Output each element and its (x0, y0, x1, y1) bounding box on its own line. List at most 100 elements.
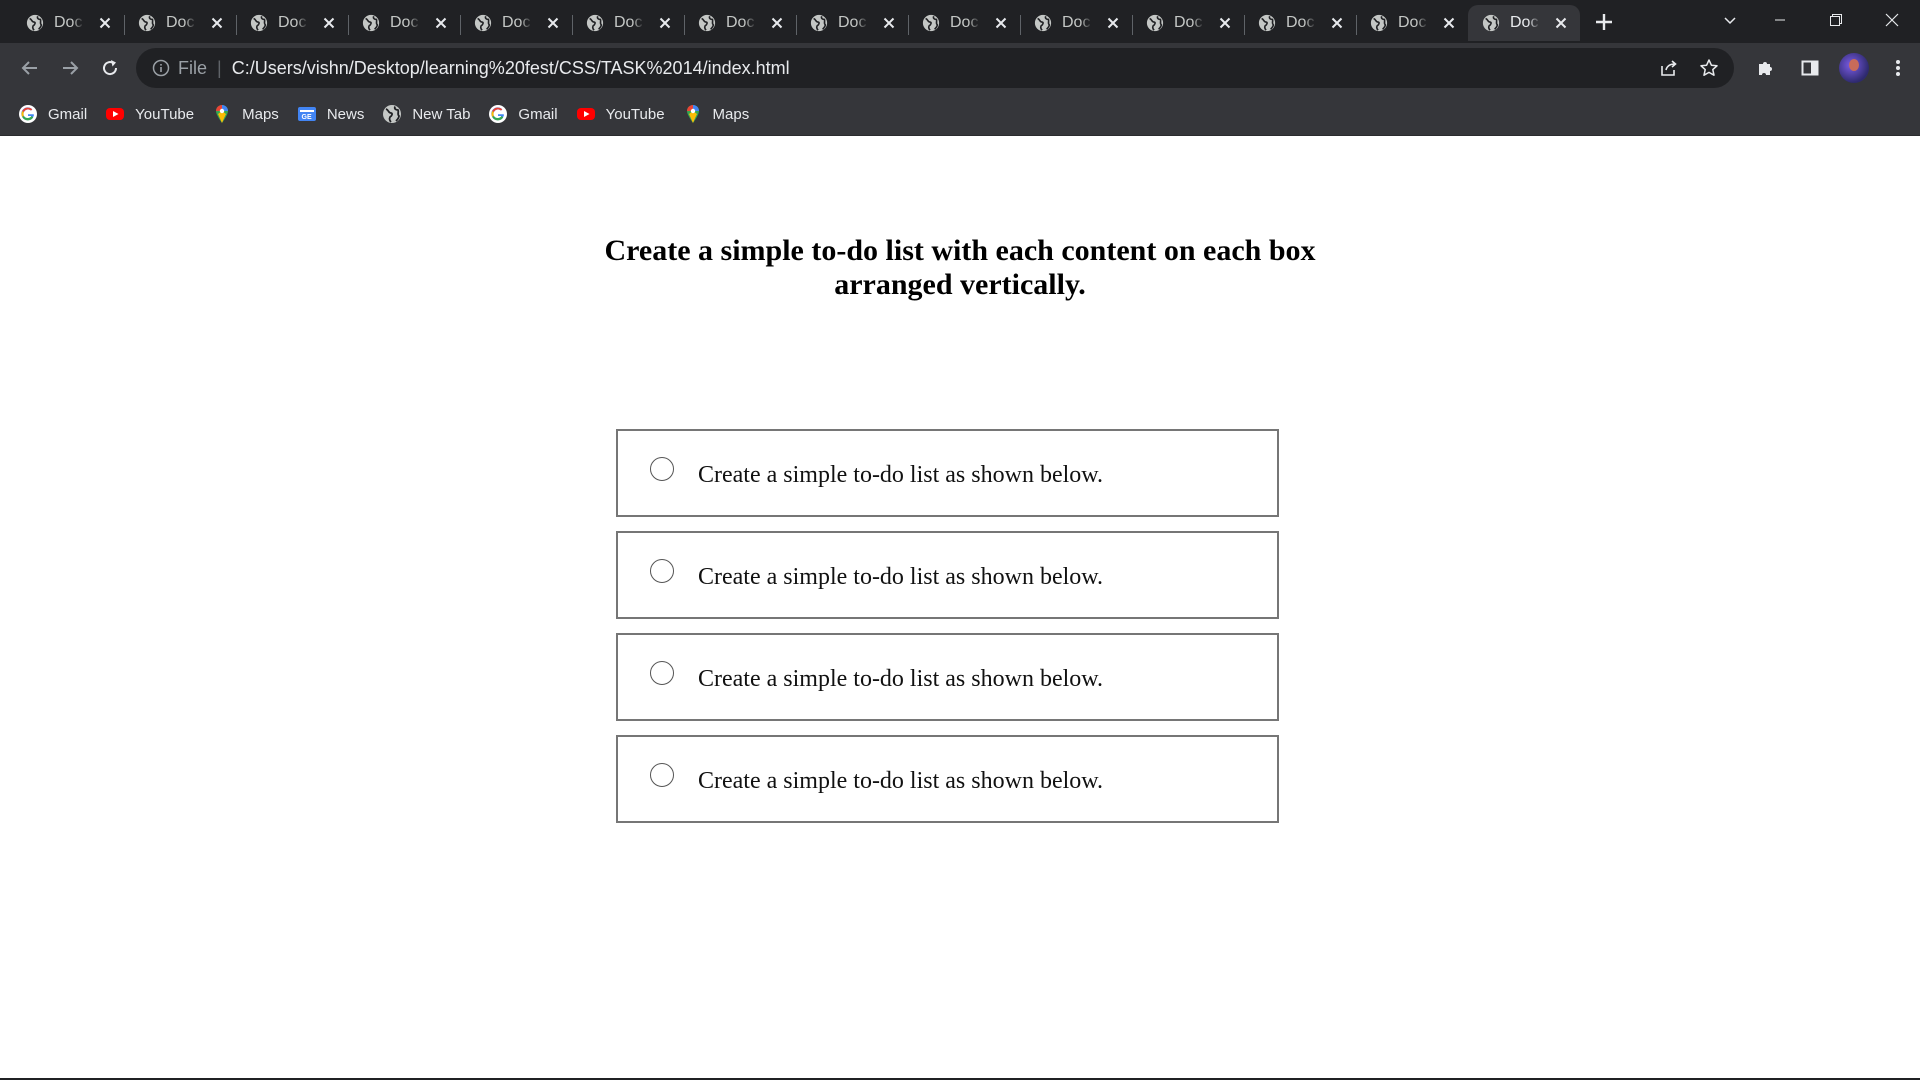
tab-close-icon[interactable] (96, 14, 114, 32)
side-panel-icon[interactable] (1794, 52, 1826, 84)
tab-close-icon[interactable] (208, 14, 226, 32)
bookmark-label: News (326, 105, 365, 123)
bookmark-label: Gmail (518, 105, 558, 123)
globe-icon (1034, 14, 1052, 32)
forward-button[interactable] (50, 48, 90, 88)
tab-close-icon[interactable] (320, 14, 338, 32)
site-info-icon[interactable] (152, 59, 170, 77)
bookmark-maps[interactable]: Maps (210, 99, 289, 129)
globe-icon (586, 14, 604, 32)
tab-title: Doc (166, 14, 195, 31)
tab[interactable]: Doc (12, 5, 124, 41)
tab-list: Doc Doc Doc Doc Doc Doc Doc Doc Doc Doc Doc Doc Doc D… (0, 0, 1622, 43)
bookmark-label: New Tab (412, 105, 471, 123)
tab-close-icon[interactable] (1104, 14, 1122, 32)
globe-icon (26, 14, 44, 32)
bookmark-new-tab[interactable]: New Tab (380, 99, 480, 129)
tab[interactable]: Doc (460, 5, 572, 41)
bookmark-youtube[interactable]: YouTube (103, 99, 204, 129)
tab-close-icon[interactable] (432, 14, 450, 32)
todo-radio[interactable] (650, 763, 674, 787)
reload-button[interactable] (90, 48, 130, 88)
todo-text: Create a simple to-do list as shown belo… (698, 665, 1104, 692)
menu-kebab-icon[interactable] (1882, 52, 1914, 84)
scheme-label: File (178, 57, 208, 78)
globe-icon (810, 14, 828, 32)
tab[interactable]: Doc (684, 5, 796, 41)
tab-close-icon[interactable] (656, 14, 674, 32)
todo-item: Create a simple to-do list as shown belo… (616, 531, 1279, 619)
tab[interactable]: Doc (1244, 5, 1356, 41)
tab-active[interactable]: Doc (1468, 5, 1580, 41)
google-icon (18, 104, 38, 124)
todo-list: Create a simple to-do list as shown belo… (616, 429, 1279, 837)
tab[interactable]: Doc (1132, 5, 1244, 41)
tab-title: Doc (1286, 14, 1315, 31)
tab-close-icon[interactable] (992, 14, 1010, 32)
tab-close-icon[interactable] (1328, 14, 1346, 32)
tab-title: Doc (1174, 14, 1203, 31)
tab-close-icon[interactable] (880, 14, 898, 32)
restore-button[interactable] (1808, 0, 1864, 40)
tab-title: Doc (950, 14, 979, 31)
todo-radio[interactable] (650, 559, 674, 583)
tab[interactable]: Doc (348, 5, 460, 41)
bookmark-maps[interactable]: Maps (681, 99, 760, 129)
tab-title: Doc (502, 14, 531, 31)
window-controls (1708, 0, 1920, 40)
google-icon (488, 104, 508, 124)
browser-window: Doc Doc Doc Doc Doc Doc Doc Doc Doc Doc Doc Doc Doc D… (0, 0, 1920, 136)
back-button[interactable] (10, 48, 50, 88)
tab-close-icon[interactable] (1440, 14, 1458, 32)
page-content: Create a simple to-do list with each con… (0, 136, 1920, 1080)
todo-item: Create a simple to-do list as shown belo… (616, 735, 1279, 823)
globe-icon (362, 14, 380, 32)
todo-text: Create a simple to-do list as shown belo… (698, 563, 1104, 590)
bookmark-label: Maps (712, 105, 750, 123)
tab-close-icon[interactable] (1552, 14, 1570, 32)
globe-icon (474, 14, 492, 32)
tab[interactable]: Doc (796, 5, 908, 41)
tab-close-icon[interactable] (768, 14, 786, 32)
extensions-puzzle-icon[interactable] (1750, 52, 1782, 84)
new-tab-plus-icon[interactable] (1586, 4, 1622, 40)
address-bar[interactable]: File | C:/Users/vishn/Desktop/learning%2… (136, 48, 1734, 88)
bookmark-label: YouTube (605, 105, 665, 123)
tab-close-icon[interactable] (544, 14, 562, 32)
todo-radio[interactable] (650, 661, 674, 685)
tab[interactable]: Doc (908, 5, 1020, 41)
profile-avatar[interactable] (1838, 52, 1870, 84)
bookmark-youtube[interactable]: YouTube (574, 99, 675, 129)
tab-title: Doc (614, 14, 643, 31)
tab-close-icon[interactable] (1216, 14, 1234, 32)
youtube-icon (105, 104, 125, 124)
bookmark-label: YouTube (135, 105, 195, 123)
tab-title: Doc (278, 14, 307, 31)
todo-item: Create a simple to-do list as shown belo… (616, 429, 1279, 517)
bookmark-star-icon[interactable] (1696, 55, 1722, 81)
svg-text:GE: GE (301, 114, 311, 121)
tab[interactable]: Doc (236, 5, 348, 41)
bookmark-gmail[interactable]: Gmail (16, 99, 97, 129)
close-window-button[interactable] (1864, 0, 1920, 40)
url-text[interactable]: C:/Users/vishn/Desktop/learning%20fest/C… (232, 58, 790, 79)
globe-icon (138, 14, 156, 32)
bookmark-gmail[interactable]: Gmail (486, 99, 567, 129)
bookmark-label: Maps (242, 105, 279, 123)
tab[interactable]: Doc (1356, 5, 1468, 41)
todo-item: Create a simple to-do list as shown belo… (616, 633, 1279, 721)
tab-search-chevron-icon[interactable] (1708, 0, 1752, 40)
tab[interactable]: Doc (572, 5, 684, 41)
globe-icon (382, 104, 402, 124)
todo-text: Create a simple to-do list as shown belo… (698, 767, 1104, 794)
minimize-button[interactable] (1752, 0, 1808, 40)
toolbar: File | C:/Users/vishn/Desktop/learning%2… (0, 43, 1920, 93)
tab[interactable]: Doc (124, 5, 236, 41)
share-icon[interactable] (1656, 55, 1682, 81)
bookmark-label: Gmail (48, 105, 88, 123)
youtube-icon (576, 104, 596, 124)
tab[interactable]: Doc (1020, 5, 1132, 41)
todo-radio[interactable] (650, 457, 674, 481)
tab-title: Doc (1510, 14, 1539, 31)
bookmark-news[interactable]: GE News (295, 99, 375, 129)
